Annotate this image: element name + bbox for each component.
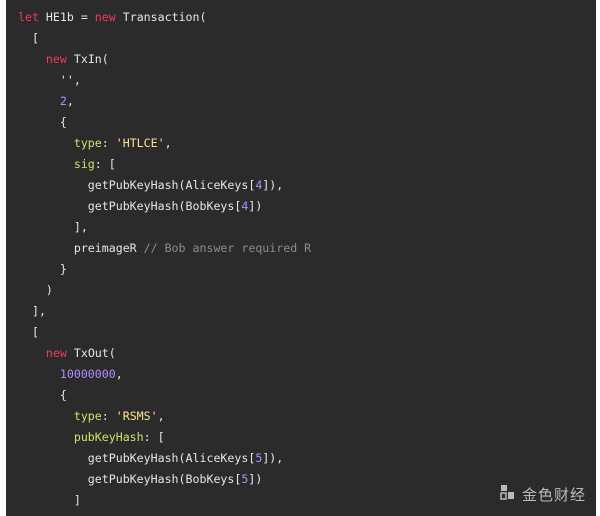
code-token: }: [18, 262, 67, 276]
code-line: new TxIn(: [18, 49, 596, 70]
code-line: ],: [18, 301, 596, 322]
watermark: 金色财经: [498, 483, 586, 506]
code-line: let HE1b = new Transaction(: [18, 7, 596, 28]
code-line: {: [18, 112, 596, 133]
code-token: : [: [94, 157, 116, 171]
code-token: type: [73, 136, 102, 150]
code-token: : [: [143, 430, 165, 444]
code-token: [: [18, 31, 39, 45]
code-token: {: [18, 388, 67, 402]
code-line: [: [18, 322, 596, 343]
code-line: getPubKeyHash(AliceKeys[5]),: [18, 448, 596, 469]
code-token: getPubKeyHash(AliceKeys[: [18, 451, 256, 465]
code-token: [: [18, 325, 39, 339]
code-line: new TxOut(: [18, 343, 596, 364]
code-line: sig: [: [18, 154, 596, 175]
code-token: :: [101, 136, 116, 150]
code-block: let HE1b = new Transaction( [ new TxIn( …: [18, 7, 596, 511]
code-token: ],: [18, 304, 46, 318]
code-token: 10000000: [59, 367, 116, 381]
code-token: ,: [66, 94, 74, 108]
code-token: {: [18, 115, 67, 129]
code-line: [: [18, 28, 596, 49]
code-token: pubKeyHash: [73, 430, 144, 444]
code-line: 10000000,: [18, 364, 596, 385]
code-line: type: 'HTLCE',: [18, 133, 596, 154]
code-token: getPubKeyHash(BobKeys[: [18, 199, 242, 213]
code-token: ],: [18, 220, 88, 234]
code-token: ): [18, 283, 53, 297]
code-token: getPubKeyHash(BobKeys[: [18, 472, 242, 486]
code-line: 2,: [18, 91, 596, 112]
code-token: 'HTLCE': [115, 136, 165, 150]
code-panel: let HE1b = new Transaction( [ new TxIn( …: [6, 0, 596, 516]
code-token: HE1b =: [38, 10, 95, 24]
code-line: }: [18, 259, 596, 280]
code-line: pubKeyHash: [: [18, 427, 596, 448]
code-token: sig: [73, 157, 95, 171]
code-token: Transaction(: [115, 10, 207, 24]
code-token: ]),: [262, 451, 284, 465]
code-token: ,: [164, 136, 172, 150]
code-token: '': [59, 73, 74, 87]
code-token: preimageR: [18, 241, 144, 255]
code-line: type: 'RSMS',: [18, 406, 596, 427]
code-line: ): [18, 280, 596, 301]
code-line: getPubKeyHash(AliceKeys[4]),: [18, 175, 596, 196]
code-token: ]): [248, 199, 263, 213]
code-token: new: [45, 52, 67, 66]
code-token: 2: [59, 94, 67, 108]
code-line: '',: [18, 70, 596, 91]
code-line: getPubKeyHash(BobKeys[4]): [18, 196, 596, 217]
code-token: :: [101, 409, 116, 423]
code-token: TxIn(: [66, 52, 109, 66]
code-token: TxOut(: [66, 346, 116, 360]
code-token: ,: [157, 409, 165, 423]
code-token: ]),: [262, 178, 284, 192]
code-token: ,: [73, 73, 81, 87]
code-token: new: [94, 10, 116, 24]
code-token: ,: [115, 367, 123, 381]
code-token: type: [73, 409, 102, 423]
code-line: ],: [18, 217, 596, 238]
code-token: let: [18, 10, 39, 24]
code-token: new: [45, 346, 67, 360]
jinse-logo-icon: [498, 483, 516, 506]
code-line: {: [18, 385, 596, 406]
code-token: ]: [18, 493, 81, 507]
code-token: 'RSMS': [115, 409, 158, 423]
watermark-text: 金色财经: [521, 486, 586, 504]
code-token: // Bob answer required R: [143, 241, 312, 255]
code-line: preimageR // Bob answer required R: [18, 238, 596, 259]
code-token: getPubKeyHash(AliceKeys[: [18, 178, 256, 192]
code-token: ]): [248, 472, 263, 486]
